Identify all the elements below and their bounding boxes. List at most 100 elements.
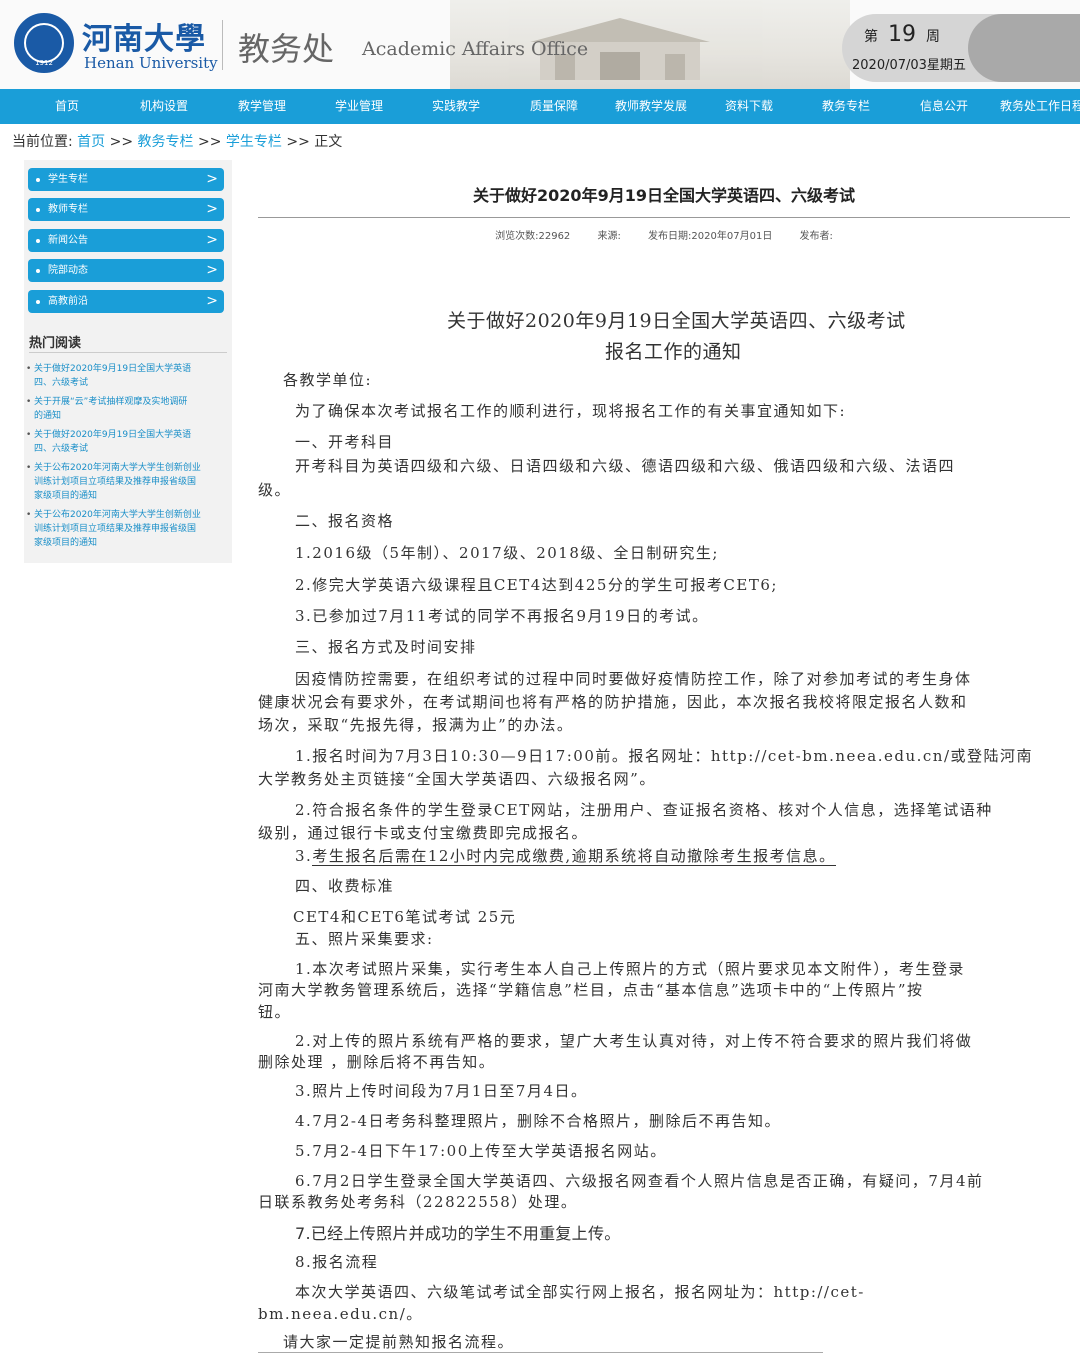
body-line: 删除处理 ，删除后将不再告知。	[258, 1053, 496, 1071]
body-line: CET4和CET6笔试考试 25元	[293, 908, 517, 926]
sidebar-item-label: 院部动态	[48, 265, 88, 276]
body-line: bm.neea.edu.cn/。	[258, 1305, 423, 1323]
sidebar-item-label: 学生专栏	[48, 174, 88, 185]
body-line: 开考科目为英语四级和六级、日语四级和六级、德语四级和六级、俄语四级和六级、法语四	[295, 457, 956, 475]
sidebar-item-teacher-column[interactable]: 教师专栏 >	[28, 198, 224, 221]
body-line: 1.2016级（5年制）、2017级、2018级、全日制研究生;	[295, 544, 719, 562]
body-line: 请大家一定提前熟知报名流程。	[283, 1333, 515, 1351]
seal-year: 1912	[35, 59, 53, 67]
site-header: 1912 河南大學 Henan University 教务处 Academic …	[0, 0, 1080, 89]
article-meta: 浏览次数:22962 来源: 发布日期:2020年07月01日 发布者:	[258, 227, 1070, 242]
sidebar-item-news[interactable]: 新闻公告 >	[28, 229, 224, 252]
main-nav: 首页 机构设置 教学管理 学业管理 实践教学 质量保障 教师教学发展 资料下载 …	[0, 89, 1080, 124]
hot-reading-item[interactable]: 关于公布2020年河南大学大学生创新创业训练计划项目立项结果及推荐申报省级国家级…	[26, 508, 230, 550]
nav-quality-assurance[interactable]: 质量保障	[530, 89, 578, 124]
office-name-en: Academic Affairs Office	[362, 38, 589, 60]
nav-home[interactable]: 首页	[55, 89, 79, 124]
chevron-right-icon: >	[206, 171, 218, 187]
nav-info-disclosure[interactable]: 信息公开	[920, 89, 968, 124]
nav-downloads[interactable]: 资料下载	[725, 89, 773, 124]
university-seal-logo[interactable]: 1912	[14, 13, 74, 73]
body-line: 本次大学英语四、六级笔试考试全部实行网上报名，报名网址为：http://cet-	[295, 1283, 865, 1301]
sidebar-item-label: 新闻公告	[48, 235, 88, 246]
body-line: 7.已经上传照片并成功的学生不用重复上传。	[295, 1224, 621, 1243]
body-line: 2.符合报名条件的学生登录CET网站，注册用户、查证报名资格、核对个人信息，选择…	[295, 801, 993, 819]
breadcrumb-label: 当前位置:	[12, 134, 73, 150]
breadcrumb-academic-column[interactable]: 教务专栏	[138, 134, 194, 150]
hot-reading-divider	[29, 352, 227, 353]
nav-academic-column[interactable]: 教务专栏	[822, 89, 870, 124]
body-line: 各教学单位:	[283, 371, 373, 389]
chevron-right-icon: >	[206, 232, 218, 248]
university-name-en[interactable]: Henan University	[84, 54, 218, 72]
breadcrumb-student-column[interactable]: 学生专栏	[226, 134, 282, 150]
bullet-icon	[36, 300, 40, 304]
hot-reading-item[interactable]: 关于开展“云”考试抽样观摩及实地调研的通知	[26, 395, 230, 423]
body-line: 日联系教务处考务科（22822558）处理。	[258, 1193, 578, 1211]
office-name-cn: 教务处	[238, 30, 335, 68]
nav-academic-management[interactable]: 学业管理	[335, 89, 383, 124]
section-heading: 五、照片采集要求:	[295, 930, 434, 948]
bullet-icon	[36, 269, 40, 273]
sidebar: 学生专栏 > 教师专栏 > 新闻公告 > 院部动态 > 高教前沿 > 热门阅读 关于做好2…	[24, 160, 232, 563]
breadcrumb-separator: >>	[109, 134, 134, 150]
nav-teaching-management[interactable]: 教学管理	[238, 89, 286, 124]
nav-teacher-development[interactable]: 教师教学发展	[615, 89, 687, 124]
body-line: 健康状况会有要求外，在考试期间也将有严格的防护措施，因此，本次报名我校将限定报名…	[258, 693, 968, 711]
hot-reading-title: 热门阅读	[29, 336, 82, 351]
bullet-icon	[36, 239, 40, 243]
nav-work-schedule[interactable]: 教务处工作日程	[1000, 89, 1080, 124]
body-line: 为了确保本次考试报名工作的顺利进行，现将报名工作的有关事宜通知如下:	[295, 402, 847, 420]
breadcrumb-home[interactable]: 首页	[77, 134, 105, 150]
body-line: 3.照片上传时间段为7月1日至7月4日。	[295, 1082, 588, 1100]
view-count: 浏览次数:22962	[495, 231, 571, 242]
header-divider	[222, 20, 223, 70]
nav-practice-teaching[interactable]: 实践教学	[432, 89, 480, 124]
hot-reading-item[interactable]: 关于公布2020年河南大学大学生创新创业训练计划项目立项结果及推荐申报省级国家级…	[26, 461, 230, 503]
body-line: 1.本次考试照片采集，实行考生本人自己上传照片的方式（照片要求见本文附件），考生…	[295, 960, 965, 978]
hot-reading-item[interactable]: 关于做好2020年9月19日全国大学英语四、六级考试	[26, 428, 230, 456]
section-heading: 一、开考科目	[295, 433, 395, 451]
source: 来源:	[597, 231, 621, 242]
body-line: 6.7月2日学生登录全国大学英语四、六级报名网查看个人照片信息是否正确，有疑问，…	[295, 1172, 984, 1190]
notice-heading: 关于做好2020年9月19日全国大学英语四、六级考试	[447, 310, 906, 332]
section-heading: 8.报名流程	[295, 1253, 379, 1271]
section-heading: 二、报名资格	[295, 512, 395, 530]
underlined-notice: 考生报名后需在12小时内完成缴费,逾期系统将自动撤除考生报考信息。	[312, 847, 836, 866]
publisher: 发布者:	[799, 231, 833, 242]
hot-reading-item[interactable]: 关于做好2020年9月19日全国大学英语四、六级考试	[26, 362, 230, 390]
body-line: 场次，采取“先报先得，报满为止”的办法。	[258, 716, 574, 734]
sidebar-item-student-column[interactable]: 学生专栏 >	[28, 168, 224, 191]
notice-subheading: 报名工作的通知	[605, 341, 742, 363]
breadcrumb-current: 正文	[314, 134, 343, 150]
section-heading: 三、报名方式及时间安排	[295, 638, 477, 656]
bullet-icon	[36, 208, 40, 212]
breadcrumb-separator: >>	[198, 134, 222, 150]
article-title: 关于做好2020年9月19日全国大学英语四、六级考试	[473, 186, 855, 205]
university-name-cn[interactable]: 河南大學	[82, 14, 206, 58]
body-line: 2.修完大学英语六级课程且CET4达到425分的学生可报考CET6;	[295, 576, 778, 594]
title-divider	[258, 217, 1070, 218]
current-date: 2020/07/03星期五	[852, 58, 966, 73]
sidebar-item-label: 高教前沿	[48, 296, 88, 307]
sidebar-item-higher-ed-frontier[interactable]: 高教前沿 >	[28, 290, 224, 313]
bullet-icon	[36, 178, 40, 182]
sidebar-item-label: 教师专栏	[48, 204, 88, 215]
body-line: 5.7月2-4日下午17:00上传至大学英语报名网站。	[295, 1142, 667, 1160]
nav-organization[interactable]: 机构设置	[140, 89, 188, 124]
body-line: 大学教务处主页链接“全国大学英语四、六级报名网”。	[258, 770, 656, 788]
chevron-right-icon: >	[206, 201, 218, 217]
body-line: 3.已参加过7月11考试的同学不再报名9月19日的考试。	[295, 607, 709, 625]
body-line: 3.考生报名后需在12小时内完成缴费,逾期系统将自动撤除考生报考信息。	[295, 847, 836, 866]
chevron-right-icon: >	[206, 293, 218, 309]
body-line: 1.报名时间为7月3日10:30—9日17:00前。报名网址：http://ce…	[295, 747, 1033, 765]
sidebar-item-department-news[interactable]: 院部动态 >	[28, 259, 224, 282]
week-number: 19	[888, 22, 916, 47]
chevron-right-icon: >	[206, 262, 218, 278]
body-line: 河南大学教务管理系统后，选择“学籍信息”栏目，点击“基本信息”选项卡中的“上传照…	[258, 981, 924, 999]
breadcrumb: 当前位置: 首页 >> 教务专栏 >> 学生专栏 >> 正文	[12, 131, 342, 151]
body-line: 2.对上传的照片系统有严格的要求，望广大考生认真对待，对上传不符合要求的照片我们…	[295, 1032, 973, 1050]
body-line: 级。	[258, 481, 292, 499]
section-heading: 四、收费标准	[295, 877, 395, 895]
body-line: 级别，通过银行卡或支付宝缴费即完成报名。	[258, 824, 589, 842]
